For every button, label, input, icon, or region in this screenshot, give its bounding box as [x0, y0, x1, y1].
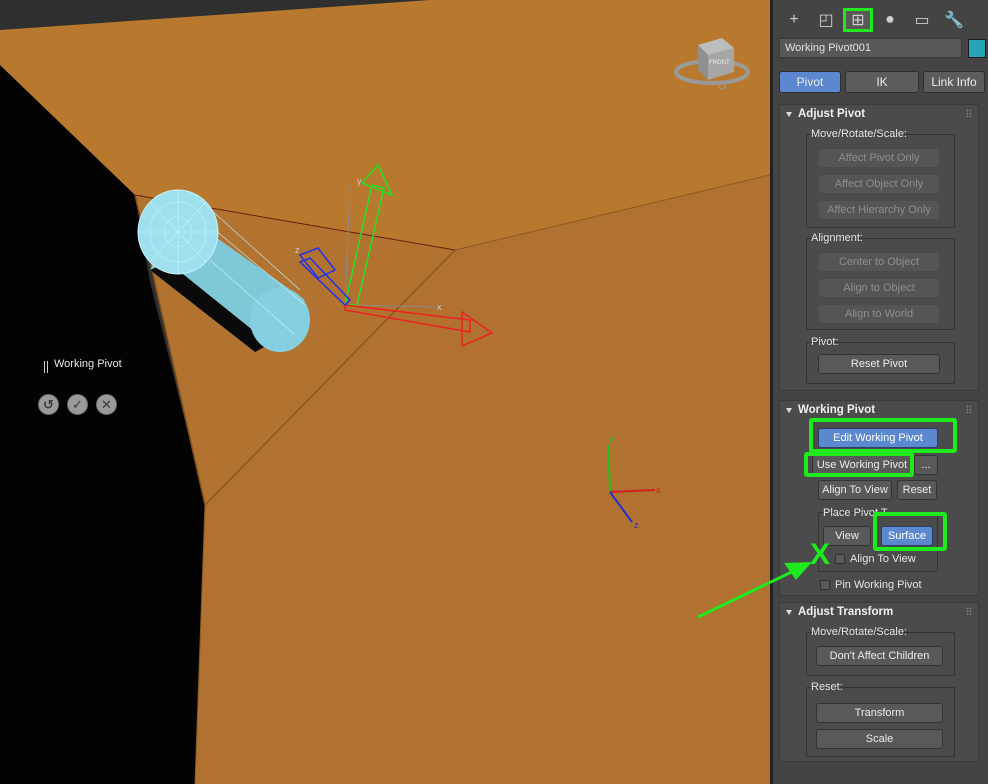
transform-move-label: Move/Rotate/Scale: [811, 626, 907, 638]
align-to-view-button[interactable]: Align To View [818, 480, 892, 500]
pin-working-pivot-label: Pin Working Pivot [835, 579, 922, 591]
object-color-swatch[interactable] [968, 39, 986, 58]
x-mark-annotation: X [810, 538, 831, 571]
place-pivot-surface-button[interactable]: Surface [881, 526, 933, 546]
align-to-world-button[interactable]: Align to World [818, 304, 940, 324]
reset-scale-button[interactable]: Scale [816, 729, 943, 749]
align-to-object-button[interactable]: Align to Object [818, 278, 940, 298]
display-icon[interactable]: ▭ [907, 8, 937, 32]
use-working-pivot-button[interactable]: Use Working Pivot [812, 455, 912, 475]
hierarchy-subtabs: Pivot IK Link Info [779, 71, 985, 93]
modify-icon[interactable]: ◰ [811, 8, 841, 32]
checkmark-icon[interactable]: ✓ [67, 394, 88, 415]
affect-object-only-button[interactable]: Affect Object Only [818, 174, 940, 194]
axis-label-z: z [634, 520, 639, 530]
command-panel-tabs: + ◰ ⊞ ● ▭ 🔧 [779, 8, 985, 34]
reset-working-pivot-button[interactable]: Reset [897, 480, 937, 500]
cancel-icon[interactable]: ✕ [96, 394, 117, 415]
working-pivot-label: Working Pivot [54, 358, 122, 370]
reset-transform-button[interactable]: Transform [816, 703, 943, 723]
pivot-group-label: Pivot: [811, 336, 839, 348]
tab-ik[interactable]: IK [845, 71, 919, 93]
tab-link-info[interactable]: Link Info [923, 71, 985, 93]
place-pivot-label: Place Pivot T [823, 507, 888, 519]
align-to-view-checkbox[interactable]: Align To View [835, 553, 916, 565]
perspective-viewport[interactable]: y x z y x z FRONT Working Pivot ↺ ✓ ✕ [0, 0, 770, 784]
move-rotate-scale-label: Move/Rotate/Scale: [811, 128, 907, 140]
adjust-pivot-title: Adjust Pivot [798, 108, 866, 120]
adjust-pivot-header[interactable]: Adjust Pivot [780, 105, 978, 123]
adjust-transform-title: Adjust Transform [798, 606, 894, 618]
collapse-arrow-icon[interactable] [786, 407, 792, 413]
place-pivot-view-button[interactable]: View [823, 526, 871, 546]
checkbox-icon[interactable] [835, 554, 845, 564]
transform-reset-label: Reset: [811, 681, 843, 693]
gizmo-label-z: z [295, 245, 300, 255]
motion-icon[interactable]: ● [875, 8, 905, 32]
center-to-object-button[interactable]: Center to Object [818, 252, 940, 272]
undo-icon[interactable]: ↺ [38, 394, 59, 415]
affect-hierarchy-only-button[interactable]: Affect Hierarchy Only [818, 200, 940, 220]
viewport-action-buttons: ↺ ✓ ✕ [38, 394, 117, 415]
dont-affect-children-button[interactable]: Don't Affect Children [816, 646, 943, 666]
gizmo-label-y: y [357, 176, 362, 186]
working-pivot-header[interactable]: Working Pivot [780, 401, 978, 419]
scene-canvas[interactable]: y x z y x z FRONT [0, 0, 770, 784]
affect-pivot-only-button[interactable]: Affect Pivot Only [818, 148, 940, 168]
align-to-view-check-label: Align To View [850, 553, 916, 565]
rollout-grip-icon[interactable] [966, 405, 972, 413]
working-pivot-mode-label: Working Pivot [44, 355, 122, 373]
drag-handle-icon[interactable] [44, 361, 48, 373]
gizmo-label-x: x [437, 302, 442, 312]
adjust-transform-header[interactable]: Adjust Transform [780, 603, 978, 621]
pin-working-pivot-checkbox[interactable]: Pin Working Pivot [820, 579, 922, 591]
tab-pivot[interactable]: Pivot [779, 71, 841, 93]
collapse-arrow-icon[interactable] [786, 609, 792, 615]
utilities-icon[interactable]: 🔧 [939, 8, 969, 32]
checkbox-icon[interactable] [820, 580, 830, 590]
collapse-arrow-icon[interactable] [786, 111, 792, 117]
working-pivot-options-button[interactable]: ... [914, 455, 938, 475]
rollout-grip-icon[interactable] [966, 109, 972, 117]
create-icon[interactable]: + [779, 8, 809, 32]
viewcube-label: FRONT [709, 60, 730, 66]
working-pivot-title: Working Pivot [798, 404, 876, 416]
alignment-label: Alignment: [811, 232, 863, 244]
reset-pivot-button[interactable]: Reset Pivot [818, 354, 940, 374]
object-name-field[interactable]: Working Pivot001 [779, 38, 962, 58]
rollout-grip-icon[interactable] [966, 607, 972, 615]
axis-label-y: y [609, 434, 614, 444]
edit-working-pivot-button[interactable]: Edit Working Pivot [818, 428, 938, 448]
hierarchy-icon[interactable]: ⊞ [843, 8, 873, 32]
axis-label-x: x [656, 485, 661, 495]
